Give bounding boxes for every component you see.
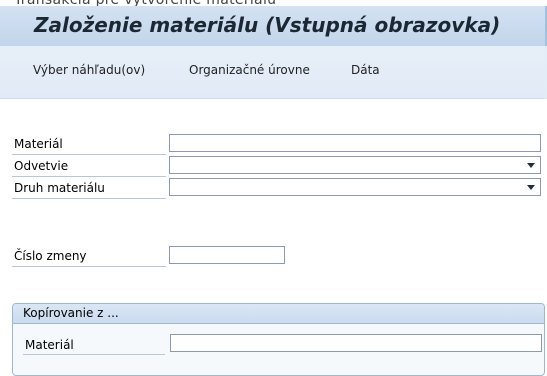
copy-from-title: Kopírovanie z ... xyxy=(23,306,119,320)
chevron-down-icon[interactable] xyxy=(527,163,535,168)
copy-material-label: Materiál xyxy=(25,338,74,352)
copy-material-input[interactable] xyxy=(170,334,542,352)
row-separator xyxy=(12,266,166,267)
page-title: Založenie materiálu (Vstupná obrazovka) xyxy=(34,13,501,37)
material-input[interactable] xyxy=(169,134,541,152)
menu-item-data[interactable]: Dáta xyxy=(351,63,380,77)
industry-label: Odvetvie xyxy=(14,159,69,173)
material-type-dropdown[interactable] xyxy=(169,178,541,196)
change-number-input[interactable] xyxy=(169,246,285,264)
row-separator xyxy=(12,176,166,177)
row-separator xyxy=(12,198,166,199)
industry-dropdown[interactable] xyxy=(169,156,541,174)
row-separator xyxy=(12,154,166,155)
material-label: Materiál xyxy=(14,137,63,151)
change-number-label: Číslo zmeny xyxy=(14,249,87,263)
copy-from-group-header: Kopírovanie z ... xyxy=(13,304,544,324)
application-toolbar: Výber náhľadu(ov) Organizačné úrovne Dát… xyxy=(0,46,545,99)
menu-item-view-selection[interactable]: Výber náhľadu(ov) xyxy=(33,63,145,77)
material-type-label: Druh materiálu xyxy=(14,181,105,195)
copy-from-group: Kopírovanie z ... Materiál xyxy=(12,303,545,376)
chevron-down-icon[interactable] xyxy=(527,185,535,190)
row-separator xyxy=(23,354,165,355)
title-bar: Založenie materiálu (Vstupná obrazovka) xyxy=(0,6,547,46)
menu-item-org-levels[interactable]: Organizačné úrovne xyxy=(189,63,310,77)
